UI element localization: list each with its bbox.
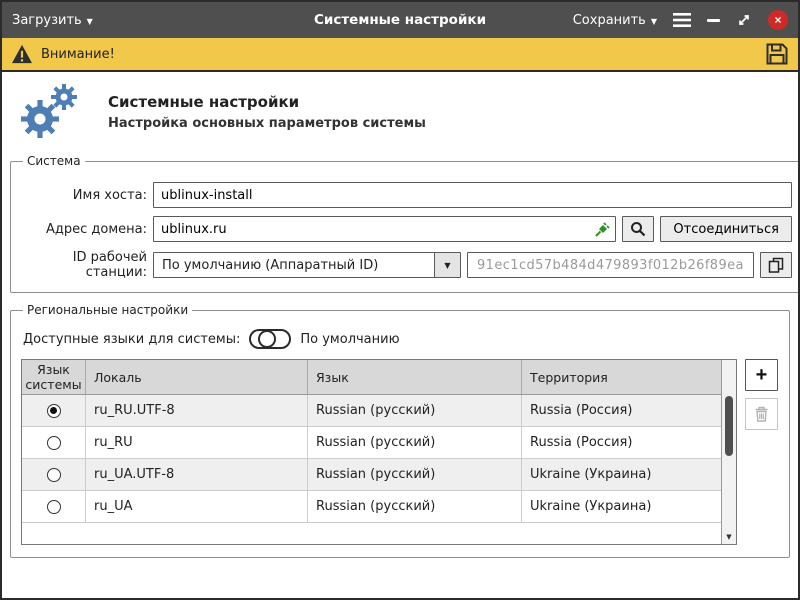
vertical-scrollbar[interactable]: ▼: [721, 360, 736, 544]
table-row[interactable]: ru_UA.UTF-8 Russian (русский) Ukraine (У…: [22, 459, 721, 491]
save-dropdown-button[interactable]: Сохранить ▼: [573, 13, 657, 28]
workstation-id-value: 91ec1cd57b484d479893f012b26f89ea: [467, 252, 754, 278]
table-actions: +: [745, 359, 779, 430]
cell-locale: ru_RU: [86, 427, 308, 458]
row-radio[interactable]: [47, 500, 61, 514]
domain-row: Адрес домена: Отсоединиться: [21, 216, 792, 242]
plus-icon: +: [756, 364, 768, 387]
hostname-row: Имя хоста:: [21, 182, 792, 208]
locale-table-main: Язык системы Локаль Язык Территория ru_R…: [22, 360, 721, 544]
cell-territory: Ukraine (Украина): [522, 491, 721, 522]
col-header-language: Язык: [308, 360, 522, 394]
hamburger-icon: [673, 13, 691, 27]
titlebar-controls: Сохранить ▼ ×: [573, 10, 788, 30]
cell-system-language: [22, 491, 86, 522]
languages-toggle-label: Доступные языки для системы:: [23, 332, 240, 347]
system-section-legend: Система: [23, 154, 85, 168]
main-content: Системные настройки Настройка основных п…: [2, 72, 798, 598]
domain-input[interactable]: [153, 216, 616, 242]
cell-system-language: [22, 459, 86, 490]
cell-system-language: [22, 427, 86, 458]
add-locale-button[interactable]: +: [745, 359, 778, 391]
toggle-knob-icon: [258, 330, 276, 348]
system-section: Система Имя хоста: Адрес домена:: [10, 154, 798, 293]
page-title: Системные настройки: [108, 93, 426, 111]
page-header: Системные настройки Настройка основных п…: [10, 78, 790, 150]
floppy-save-icon: [765, 42, 789, 66]
table-row[interactable]: ru_RU.UTF-8 Russian (русский) Russia (Ро…: [22, 395, 721, 427]
copy-icon: [768, 257, 784, 273]
chevron-down-icon: ▼: [87, 17, 93, 26]
close-icon: ×: [774, 14, 781, 26]
cell-territory: Ukraine (Украина): [522, 459, 721, 490]
domain-label: Адрес домена:: [21, 222, 147, 237]
cell-language: Russian (русский): [308, 427, 522, 458]
minimize-button[interactable]: [707, 19, 720, 22]
table-row[interactable]: ru_UA Russian (русский) Ukraine (Украина…: [22, 491, 721, 523]
domain-input-wrap: [153, 216, 616, 242]
cell-system-language: [22, 395, 86, 426]
chevron-down-icon: ▼: [434, 253, 460, 277]
locale-table-header: Язык системы Локаль Язык Территория: [22, 360, 721, 395]
regional-section: Региональные настройки Доступные языки д…: [10, 303, 790, 558]
cell-locale: ru_UA: [86, 491, 308, 522]
minimize-icon: [707, 19, 720, 22]
locale-table: Язык системы Локаль Язык Территория ru_R…: [21, 359, 737, 545]
scroll-down-icon[interactable]: ▼: [722, 529, 736, 544]
scrollbar-thumb[interactable]: [725, 396, 733, 456]
col-header-system-language: Язык системы: [22, 360, 86, 394]
disconnect-button[interactable]: Отсоединиться: [660, 216, 792, 242]
maximize-button[interactable]: [736, 12, 752, 28]
expand-icon: [736, 12, 752, 28]
locale-table-zone: Язык системы Локаль Язык Территория ru_R…: [21, 359, 779, 545]
menu-button[interactable]: [673, 13, 691, 27]
row-radio[interactable]: [47, 468, 61, 482]
cell-territory: Russia (Россия): [522, 427, 721, 458]
col-header-territory: Территория: [522, 360, 721, 394]
workstation-id-mode-value: По умолчанию (Аппаратный ID): [154, 258, 434, 273]
gears-icon: [14, 82, 92, 142]
hostname-input[interactable]: [153, 182, 792, 208]
workstation-id-mode-select[interactable]: По умолчанию (Аппаратный ID) ▼: [153, 252, 461, 278]
trash-icon: [754, 406, 769, 422]
chevron-down-icon: ▼: [651, 17, 657, 26]
search-icon: [630, 221, 646, 237]
table-row[interactable]: ru_RU Russian (русский) Russia (Россия): [22, 427, 721, 459]
cell-language: Russian (русский): [308, 491, 522, 522]
close-button[interactable]: ×: [768, 10, 788, 30]
cell-locale: ru_RU.UTF-8: [86, 395, 308, 426]
load-button[interactable]: Загрузить ▼: [12, 13, 93, 28]
default-label: По умолчанию: [300, 332, 399, 347]
connected-plug-icon: [595, 221, 611, 237]
page-subtitle: Настройка основных параметров системы: [108, 116, 426, 131]
delete-locale-button[interactable]: [745, 398, 778, 430]
copy-id-button[interactable]: [760, 252, 792, 278]
row-radio[interactable]: [47, 436, 61, 450]
row-radio[interactable]: [47, 404, 61, 418]
languages-toggle-row: Доступные языки для системы: По умолчани…: [23, 329, 779, 349]
col-header-locale: Локаль: [86, 360, 308, 394]
cell-language: Russian (русский): [308, 395, 522, 426]
save-button-label: Сохранить: [573, 13, 646, 28]
save-settings-button[interactable]: [765, 42, 789, 66]
hostname-input-wrap: [153, 182, 792, 208]
locale-table-rows: ru_RU.UTF-8 Russian (русский) Russia (Ро…: [22, 395, 721, 523]
search-domain-button[interactable]: [622, 216, 654, 242]
workstation-id-row: ID рабочей станции: По умолчанию (Аппара…: [21, 250, 792, 280]
languages-toggle[interactable]: [249, 329, 291, 349]
hostname-label: Имя хоста:: [21, 188, 147, 203]
warning-icon: [11, 44, 33, 64]
cell-language: Russian (русский): [308, 459, 522, 490]
warning-bar: Внимание!: [2, 38, 798, 72]
workstation-id-label: ID рабочей станции:: [21, 250, 147, 280]
regional-section-legend: Региональные настройки: [23, 303, 192, 317]
page-header-text: Системные настройки Настройка основных п…: [108, 93, 426, 131]
load-button-label: Загрузить: [12, 13, 82, 28]
warning-text: Внимание!: [41, 47, 115, 62]
warning-message: Внимание!: [11, 44, 115, 64]
titlebar: Загрузить ▼ Системные настройки Сохранит…: [2, 2, 798, 38]
cell-territory: Russia (Россия): [522, 395, 721, 426]
cell-locale: ru_UA.UTF-8: [86, 459, 308, 490]
app-window: Загрузить ▼ Системные настройки Сохранит…: [0, 0, 800, 600]
